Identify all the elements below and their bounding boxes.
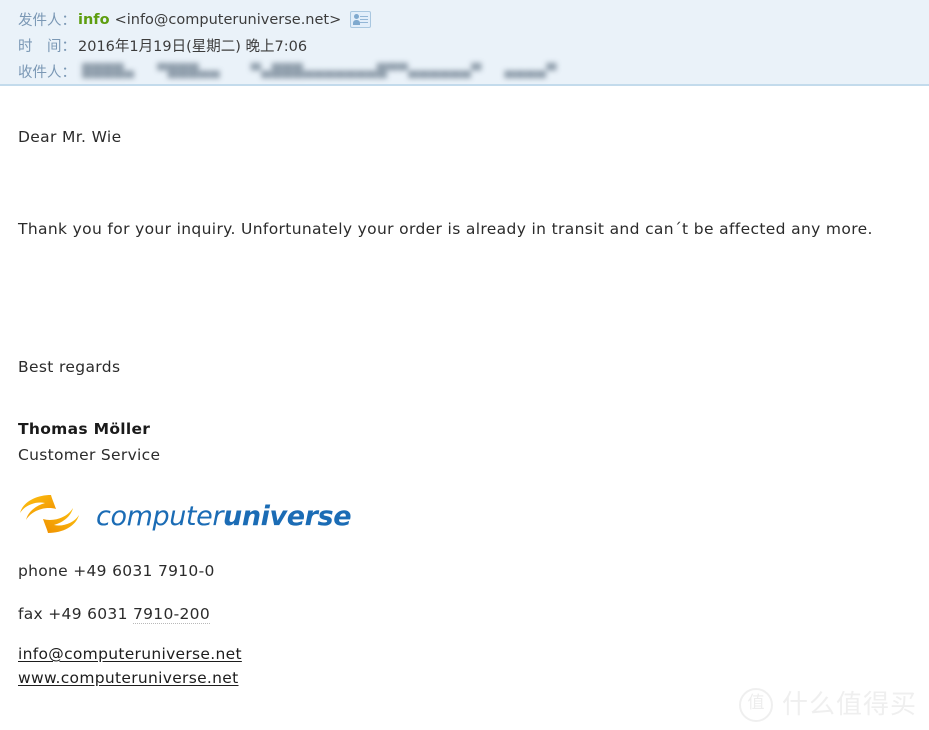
website-link[interactable]: www.computeruniverse.net [18,670,239,687]
sender-address[interactable]: <info@computeruniverse.net> [115,12,342,28]
watermark: 值 什么值得买 [738,688,917,722]
recipient-token: ▀███▄▄ [157,64,221,79]
recipient-token: ▄▄▄▄▀ [504,64,557,79]
date-value: 2016年1月19日(星期二) 晚上7:06 [78,39,308,55]
sender-label: 发件人： [18,13,76,29]
message-paragraph: Thank you for your inquiry. Unfortunatel… [18,220,873,238]
email-link[interactable]: info@computeruniverse.net [18,646,242,663]
contact-card-line [360,16,369,17]
fax-number: 7910-200 [132,605,210,624]
email-link-row: info@computeruniverse.net [18,646,929,663]
fax-line: fax +49 6031 7910-200 [18,605,929,624]
contact-card-line [360,19,369,20]
recipient-row: 收件人： ████▄ ▀███▄▄ ▀▄███▄▄▄▄▄▄▄█▀▀▄▄▄▄▄▄▀… [0,59,929,84]
computeruniverse-wordmark: computeruniverse [96,500,352,532]
computeruniverse-logo[interactable]: computeruniverse [18,494,929,538]
recipient-label: 收件人： [18,65,76,81]
mail-body: Dear Mr. Wie Thank you for your inquiry.… [0,86,929,687]
signature-name: Thomas Möller [18,420,151,438]
contact-card-avatar-body [353,20,361,25]
contact-card-line [360,22,369,23]
contact-card-avatar-head [354,14,360,19]
recipient-token: ▀▄███▄▄▄▄▄▄▄█▀▀▄▄▄▄▄▄▀ [250,64,482,79]
contact-card-icon[interactable] [350,11,372,28]
logo-text-computer: computer [96,500,224,532]
fax-prefix: fax +49 6031 [18,605,133,623]
computeruniverse-swirl-mark [18,493,82,539]
date-label: 时 间： [18,39,76,55]
date-row: 时 间： 2016年1月19日(星期二) 晚上7:06 [0,33,929,58]
recipient-value-redacted[interactable]: ████▄ ▀███▄▄ ▀▄███▄▄▄▄▄▄▄█▀▀▄▄▄▄▄▄▀ ▄▄▄▄… [82,64,575,79]
watermark-badge-icon: 值 [738,688,773,722]
signature-role: Customer Service [18,446,161,464]
recipient-token: ████▄ [82,64,135,79]
greeting-text: Dear Mr. Wie [18,128,122,146]
logo-text-universe: universe [223,500,352,532]
closing-text: Best regards [18,358,121,376]
sender-name[interactable]: info [78,12,110,28]
sender-row: 发件人： info <info@computeruniverse.net> [0,7,929,32]
mail-header: 发件人： info <info@computeruniverse.net> 时 … [0,0,929,86]
phone-line: phone +49 6031 7910-0 [18,562,215,580]
watermark-text: 什么值得买 [781,690,917,720]
website-link-row: www.computeruniverse.net [18,670,929,687]
